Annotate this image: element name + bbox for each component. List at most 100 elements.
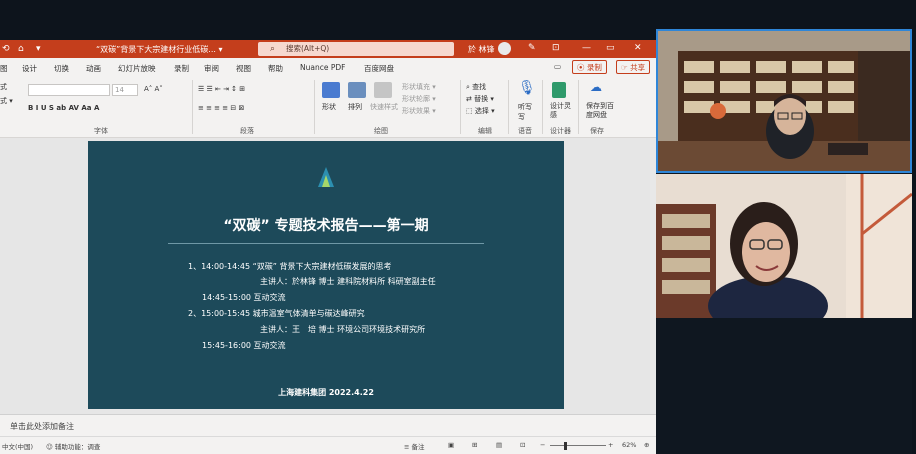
quick-style-icon[interactable]: [374, 82, 392, 98]
desktop-edge: [912, 0, 916, 454]
arrange-icon[interactable]: [348, 82, 366, 98]
tab-partial[interactable]: 图: [0, 63, 8, 74]
tab-transitions[interactable]: 切换: [54, 63, 69, 74]
quick-style-button[interactable]: 快速样式: [370, 102, 398, 112]
tab-review[interactable]: 审阅: [204, 63, 219, 74]
accessibility-status[interactable]: ☺ 辅助功能：调查: [46, 441, 100, 451]
share-button[interactable]: ☞ 共享: [616, 60, 651, 74]
zoom-in-icon[interactable]: +: [608, 441, 613, 449]
dropdown-icon[interactable]: ▾: [36, 43, 41, 55]
zoom-level[interactable]: 62%: [622, 441, 636, 449]
layout-fragment[interactable]: 式: [0, 82, 7, 92]
tab-help[interactable]: 帮助: [268, 63, 283, 74]
ribbon: 式 式 ▾ 14 A˄ A˅ B I U S ab AV Aa A 字体 ☰ ☰…: [0, 76, 656, 138]
replace-button[interactable]: ⇄ 替换 ▾: [466, 94, 494, 104]
maximize-icon[interactable]: ▭: [606, 43, 615, 53]
design-ideas-button[interactable]: 设计灵感: [550, 102, 572, 120]
align-icons[interactable]: ≡ ≡ ≡ ≡ ⊟ ⊠: [198, 104, 244, 112]
search-icon: ⌕: [270, 44, 276, 54]
reading-view-icon[interactable]: ▤: [496, 441, 502, 449]
zoom-slider[interactable]: [550, 445, 606, 446]
language-status[interactable]: 中文(中国): [2, 441, 33, 451]
restore-icon[interactable]: ⊡: [552, 43, 560, 53]
agenda-line: 2、15:00-15:45 城市温室气体清单与碳达峰研究: [188, 309, 365, 318]
zoom-out-icon[interactable]: −: [540, 441, 545, 449]
search-box[interactable]: ⌕ 搜索(Alt+Q): [258, 42, 454, 56]
agenda-line: 主讲人：王 培 博士 环境公司环境技术研究所: [260, 325, 426, 334]
group-designer: 设计器: [550, 127, 571, 135]
notes-placeholder: 单击此处添加备注: [10, 422, 74, 431]
slide-title: “双碳” 专题技术报告——第一期: [223, 218, 429, 234]
video-tile-2[interactable]: [656, 174, 912, 318]
group-editing: 编辑: [478, 127, 492, 135]
list-icons[interactable]: ☰ ☰ ⇤ ⇥ ↕ ⊞: [198, 85, 245, 93]
shape-effect-button[interactable]: 形状效果 ▾: [402, 106, 436, 116]
font-format-icons[interactable]: B I U S ab AV Aa A: [28, 104, 99, 112]
arrange-button[interactable]: 排列: [348, 102, 362, 112]
save-icon[interactable]: ⟲: [2, 43, 10, 55]
cloud-icon[interactable]: ☁: [590, 80, 602, 94]
microphone-icon[interactable]: 🎙: [518, 80, 536, 96]
group-drawing: 绘图: [374, 127, 388, 135]
designer-icon[interactable]: [552, 82, 566, 98]
agenda-line: 1、14:00-14:45 “双碳” 背景下大宗建材低碳发展的思考: [188, 262, 392, 271]
minimize-icon[interactable]: —: [582, 43, 591, 53]
font-size-field[interactable]: 14: [112, 84, 138, 96]
tab-baidu-pan[interactable]: 百度网盘: [364, 63, 394, 74]
normal-view-icon[interactable]: ▣: [448, 441, 454, 449]
tab-design[interactable]: 设计: [22, 63, 37, 74]
tab-record[interactable]: 录制: [174, 63, 189, 74]
shape-button[interactable]: 形状: [322, 102, 336, 112]
slide-footer: 上海建科集团 2022.4.22: [278, 388, 374, 397]
select-button[interactable]: ⬚ 选择 ▾: [466, 106, 495, 116]
group-save: 保存: [590, 127, 604, 135]
window-title: “双碳”背景下大宗建材行业低碳... ▾: [96, 45, 223, 54]
separator: [460, 80, 461, 134]
shape-icon[interactable]: [322, 82, 340, 98]
dictate-button[interactable]: 听写: [518, 102, 532, 112]
fit-icon[interactable]: ⊕: [644, 441, 649, 449]
agenda-line: 主讲人：於林锋 博士 建科院材料所 科研室副主任: [260, 277, 436, 286]
tab-nuance-pdf[interactable]: Nuance PDF: [300, 63, 345, 72]
shape-fill-button[interactable]: 形状填充 ▾: [402, 82, 436, 92]
participant-video-2: [656, 174, 912, 318]
logo-icon: [318, 167, 334, 187]
powerpoint-window: ⟲ ⌂ ▾ “双碳”背景下大宗建材行业低碳... ▾ ⌕ 搜索(Alt+Q) 於…: [0, 40, 656, 454]
avatar[interactable]: [498, 42, 511, 55]
tab-animations[interactable]: 动画: [86, 63, 101, 74]
ribbon-tabs: 图 设计 切换 动画 幻灯片放映 录制 审阅 视图 帮助 Nuance PDF …: [0, 58, 656, 76]
tab-slideshow[interactable]: 幻灯片放映: [118, 63, 156, 74]
find-button[interactable]: ⌕ 查找: [466, 82, 486, 92]
separator: [542, 80, 543, 134]
separator: [314, 80, 315, 134]
group-voice: 语音: [518, 127, 532, 135]
user-name: 於 林锋: [468, 45, 495, 54]
slide[interactable]: “双碳” 专题技术报告——第一期 1、14:00-14:45 “双碳” 背景下大…: [88, 141, 564, 409]
agenda-line: 15:45-16:00 互动交流: [202, 341, 286, 350]
font-grow-icon[interactable]: A˄ A˅: [144, 85, 163, 93]
status-bar: 中文(中国) ☺ 辅助功能：调查 ≡ 备注 ▣ ⊞ ▤ ⊡ − + 62% ⊕: [0, 436, 656, 454]
tab-view[interactable]: 视图: [236, 63, 251, 74]
comment-icon[interactable]: ▭: [550, 60, 565, 74]
pen-icon[interactable]: ✎: [528, 43, 536, 53]
font-name-field[interactable]: [28, 84, 110, 96]
save-to-baidu-button[interactable]: 保存到百度网盘: [586, 102, 614, 120]
separator: [578, 80, 579, 134]
group-paragraph: 段落: [240, 127, 254, 135]
shape-outline-button[interactable]: 形状轮廓 ▾: [402, 94, 436, 104]
separator: [192, 80, 193, 134]
close-icon[interactable]: ✕: [634, 43, 642, 53]
layout-fragment-2[interactable]: 式 ▾: [0, 96, 13, 106]
group-font: 字体: [94, 127, 108, 135]
title-bar: ⟲ ⌂ ▾ “双碳”背景下大宗建材行业低碳... ▾ ⌕ 搜索(Alt+Q) 於…: [0, 40, 656, 58]
video-tile-1[interactable]: [656, 29, 912, 173]
notes-toggle[interactable]: ≡ 备注: [404, 441, 425, 451]
zoom-thumb[interactable]: [564, 442, 567, 450]
record-button[interactable]: ⦿ 录制: [572, 60, 607, 74]
dictate-button-2: 写: [518, 113, 525, 121]
participant-video-1: [658, 31, 910, 171]
sorter-view-icon[interactable]: ⊞: [472, 441, 477, 449]
slideshow-icon[interactable]: ⊡: [520, 441, 525, 449]
notes-pane[interactable]: 单击此处添加备注: [0, 414, 656, 436]
present-icon[interactable]: ⌂: [18, 43, 24, 55]
